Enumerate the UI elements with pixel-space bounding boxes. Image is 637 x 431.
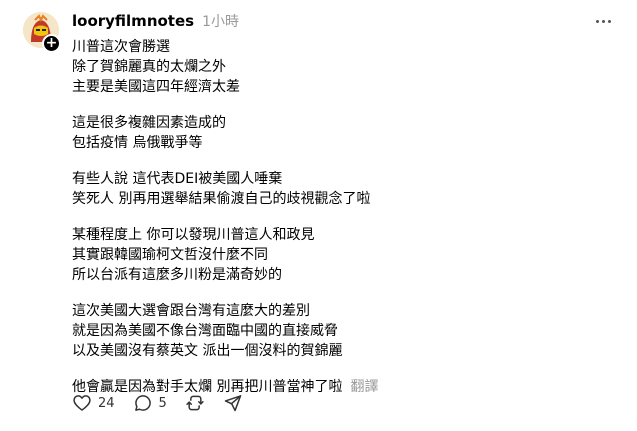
like-count: 24: [98, 395, 115, 411]
post-text-line: 這次美國大選會跟台灣有這麼大的差別: [72, 303, 310, 319]
post-text-line: 以及美國沒有蔡英文 派出一個沒料的賀錦麗: [72, 343, 343, 359]
thread-post: + looryfilmnotes 1小時 川普這次會勝選 除了賀錦麗真的太爛之外…: [0, 0, 637, 431]
avatar-container[interactable]: +: [23, 12, 61, 53]
paragraph-2: 這是很多複雜因素造成的 包括疫情 烏俄戰爭等: [72, 113, 617, 153]
post-time[interactable]: 1小時: [202, 11, 239, 31]
paragraph-3: 有些人說 這代表DEI被美國人唾棄 笑死人 別再用選舉結果偷渡自己的歧視觀念了啦: [72, 169, 617, 209]
heart-icon: [73, 395, 91, 411]
username[interactable]: looryfilmnotes: [72, 12, 194, 30]
more-icon[interactable]: [593, 13, 613, 29]
post-text-line: 除了賀錦麗真的太爛之外: [72, 59, 226, 75]
like-button[interactable]: 24: [72, 393, 115, 413]
paragraph-1: 川普這次會勝選 除了賀錦麗真的太爛之外 主要是美國這四年經濟太差: [72, 37, 617, 97]
follow-plus-icon[interactable]: +: [42, 34, 61, 53]
more-dot: [595, 19, 599, 23]
post-text-line: 這是很多複雜因素造成的: [72, 115, 226, 131]
action-bar: 24 5: [72, 393, 261, 413]
repost-icon: [186, 395, 204, 411]
post-body: 川普這次會勝選 除了賀錦麗真的太爛之外 主要是美國這四年經濟太差 這是很多複雜因…: [72, 37, 617, 413]
post-text-line: 笑死人 別再用選舉結果偷渡自己的歧視觀念了啦: [72, 191, 371, 207]
comment-button[interactable]: 5: [133, 393, 167, 413]
post-text-line: 包括疫情 烏俄戰爭等: [72, 135, 203, 151]
post-text-line: 就是因為美國不像台灣面臨中國的直接威脅: [72, 323, 338, 339]
post-text-line: 主要是美國這四年經濟太差: [72, 79, 240, 95]
post-text-line: 其實跟韓國瑜柯文哲沒什麼不同: [72, 247, 268, 263]
more-dot: [607, 19, 611, 23]
paragraph-4: 某種程度上 你可以發現川普這人和政見 其實跟韓國瑜柯文哲沒什麼不同 所以台派有這…: [72, 225, 617, 285]
comment-count: 5: [158, 395, 167, 411]
translate-link[interactable]: 翻譯: [350, 379, 378, 395]
more-dot: [601, 19, 605, 23]
post-text-line: 有些人說 這代表DEI被美國人唾棄: [72, 171, 283, 187]
share-button[interactable]: [223, 393, 243, 413]
post-text-line: 川普這次會勝選: [72, 39, 170, 55]
post-header: looryfilmnotes 1小時: [72, 11, 239, 31]
paragraph-5: 這次美國大選會跟台灣有這麼大的差別 就是因為美國不像台灣面臨中國的直接威脅 以及…: [72, 301, 617, 361]
share-icon: [224, 395, 242, 412]
post-text-line: 所以台派有這麼多川粉是滿奇妙的: [72, 267, 282, 283]
comment-icon: [134, 395, 151, 411]
repost-button[interactable]: [185, 393, 205, 413]
post-text-line: 某種程度上 你可以發現川普這人和政見: [72, 227, 315, 243]
